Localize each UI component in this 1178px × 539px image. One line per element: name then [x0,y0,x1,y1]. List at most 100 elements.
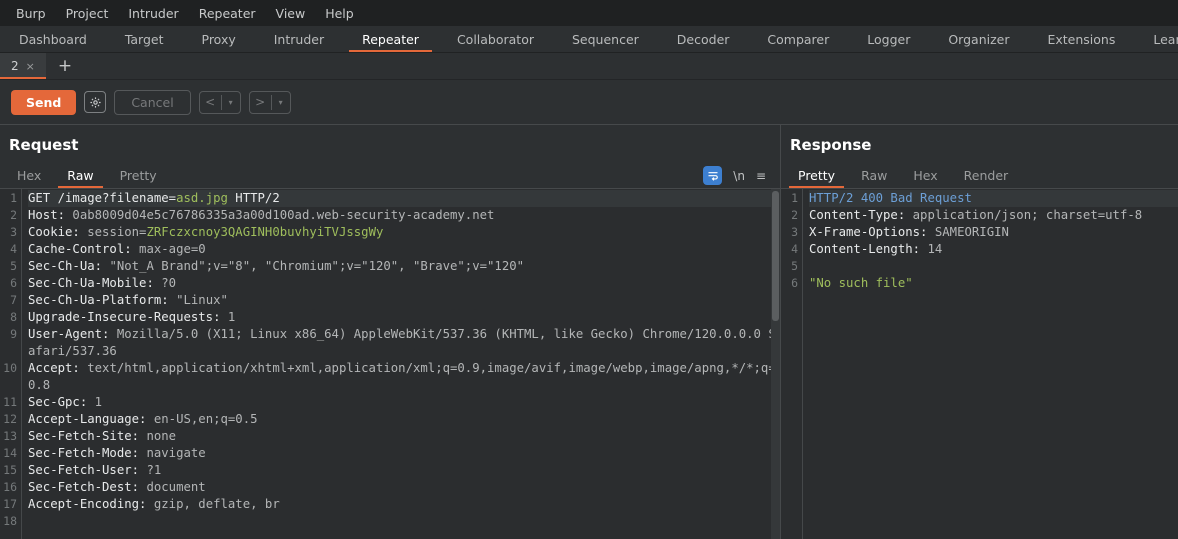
tab-extensions[interactable]: Extensions [1028,26,1134,52]
request-title: Request [9,136,79,154]
code-line: Cache-Control: max-age=0 [28,241,780,258]
new-tab-button[interactable]: + [46,53,84,79]
code-token: en-US,en;q=0.5 [146,412,258,426]
repeater-tab-label: 2 [11,59,19,73]
code-token: Upgrade-Insecure-Requests: [28,310,221,324]
tab-proxy[interactable]: Proxy [183,26,255,52]
gear-icon[interactable] [84,91,107,113]
code-token: application/json; charset=utf-8 [905,208,1143,222]
scrollbar-thumb[interactable] [772,191,779,321]
code-token: User-Agent: [28,327,110,341]
code-token: HTTP/2 400 Bad Request [809,191,972,205]
request-scrollbar[interactable] [771,189,780,539]
code-token: ZRFczxcnoy3QAGINH0buvhyiTVJssgWy [146,225,384,239]
cancel-button[interactable]: Cancel [114,89,191,115]
code-token: X-Frame-Options: [809,225,928,239]
code-line: Accept-Encoding: gzip, deflate, br [28,496,780,513]
line-number: 1 [791,191,798,205]
request-tab-hex[interactable]: Hex [4,163,54,188]
line-number: 2 [791,208,798,222]
code-line: User-Agent: Mozilla/5.0 (X11; Linux x86_… [28,326,780,360]
tab-comparer[interactable]: Comparer [748,26,848,52]
request-body[interactable]: GET /image?filename=asd.jpg HTTP/2 Host: … [22,189,780,539]
code-token: "No such file" [809,276,913,290]
code-line: Sec-Ch-Ua: "Not_A Brand";v="8", "Chromiu… [28,258,780,275]
code-line: Content-Length: 14 [809,241,1178,258]
line-number: 3 [791,225,798,239]
code-token: "Linux" [168,293,228,307]
newline-icon[interactable]: \n [733,169,745,183]
code-token: Sec-Ch-Ua-Mobile: [28,276,154,290]
code-token: Accept-Language: [28,412,147,426]
tab-target[interactable]: Target [106,26,183,52]
menu-item-burp[interactable]: Burp [6,3,56,24]
menu-item-view[interactable]: View [266,3,316,24]
code-line: X-Frame-Options: SAMEORIGIN [809,224,1178,241]
request-view-icons: \n ≡ [703,163,780,188]
menu-item-help[interactable]: Help [315,3,364,24]
line-number: 12 [3,412,17,426]
chevron-down-icon[interactable]: ▾ [222,92,240,113]
response-tab-bar: Pretty Raw Hex Render [781,163,1178,188]
response-tab-hex[interactable]: Hex [900,163,950,188]
code-token: 1 [220,310,236,324]
tab-logger[interactable]: Logger [848,26,929,52]
response-tab-raw[interactable]: Raw [848,163,900,188]
line-number: 10 [3,361,17,375]
code-token: Sec-Fetch-User: [28,463,140,477]
code-token: session= [79,225,147,239]
code-token: navigate [139,446,206,460]
send-button[interactable]: Send [11,89,77,115]
forward-button[interactable]: > ▾ [248,90,291,114]
tab-sequencer[interactable]: Sequencer [553,26,658,52]
repeater-tab-2[interactable]: 2 × [0,53,46,79]
close-icon[interactable]: × [26,60,35,73]
code-line: Sec-Gpc: 1 [28,394,780,411]
code-token: Sec-Gpc: [28,395,88,409]
code-line: Sec-Ch-Ua-Mobile: ?0 [28,275,780,292]
code-token: "Not_A Brand";v="8", "Chromium";v="120",… [102,259,525,273]
request-tab-pretty[interactable]: Pretty [107,163,170,188]
line-number: 6 [10,276,17,290]
tab-organizer[interactable]: Organizer [929,26,1028,52]
request-tab-raw[interactable]: Raw [54,163,106,188]
tab-decoder[interactable]: Decoder [658,26,749,52]
tab-learn[interactable]: Learn [1134,26,1178,52]
code-token: Accept-Encoding: [28,497,147,511]
response-line-numbers: 1 2 3 4 5 6 [781,189,803,539]
code-line: GET /image?filename=asd.jpg HTTP/2 [28,190,780,207]
tab-dashboard[interactable]: Dashboard [0,26,106,52]
request-editor[interactable]: 1 2 3 4 5 6 7 8 9 10 11 12 13 14 15 16 17 18 GET /image?f… [0,188,780,539]
code-line: Sec-Ch-Ua-Platform: "Linux" [28,292,780,309]
response-tab-render[interactable]: Render [951,163,1022,188]
response-body[interactable]: HTTP/2 400 Bad Request Content-Type: appl… [803,189,1178,539]
code-line: "No such file" [809,275,1178,292]
code-token: 0ab8009d04e5c76786335a3a00d100ad.web-sec… [65,208,495,222]
code-token: asd.jpg [176,191,228,205]
editor-panes: Request Hex Raw Pretty \n ≡ 1 2 3 4 5 6 7 8 9 10 11 1… [0,125,1178,539]
line-number: 6 [791,276,798,290]
code-line: Upgrade-Insecure-Requests: 1 [28,309,780,326]
menu-icon[interactable]: ≡ [756,169,766,183]
code-line: Sec-Fetch-Mode: navigate [28,445,780,462]
request-pane: Request Hex Raw Pretty \n ≡ 1 2 3 4 5 6 7 8 9 10 11 1… [0,125,780,539]
back-button[interactable]: < ▾ [198,90,241,114]
code-token: Cache-Control: [28,242,132,256]
code-token: max-age=0 [131,242,206,256]
tab-intruder[interactable]: Intruder [255,26,343,52]
action-bar: Send Cancel < ▾ > ▾ [0,80,1178,125]
tab-repeater[interactable]: Repeater [343,26,438,52]
menu-item-project[interactable]: Project [56,3,119,24]
response-editor[interactable]: 1 2 3 4 5 6 HTTP/2 400 Bad Request Content-Typ… [781,188,1178,539]
code-line: Sec-Fetch-Dest: document [28,479,780,496]
code-token: Accept: [28,361,80,375]
menu-item-repeater[interactable]: Repeater [189,3,266,24]
response-tab-pretty[interactable]: Pretty [785,163,848,188]
chevron-down-icon[interactable]: ▾ [272,92,290,113]
menu-item-intruder[interactable]: Intruder [118,3,188,24]
tab-collaborator[interactable]: Collaborator [438,26,553,52]
line-number: 16 [3,480,17,494]
line-number: 2 [10,208,17,222]
code-line: HTTP/2 400 Bad Request [809,190,1178,207]
word-wrap-icon[interactable] [703,166,723,185]
